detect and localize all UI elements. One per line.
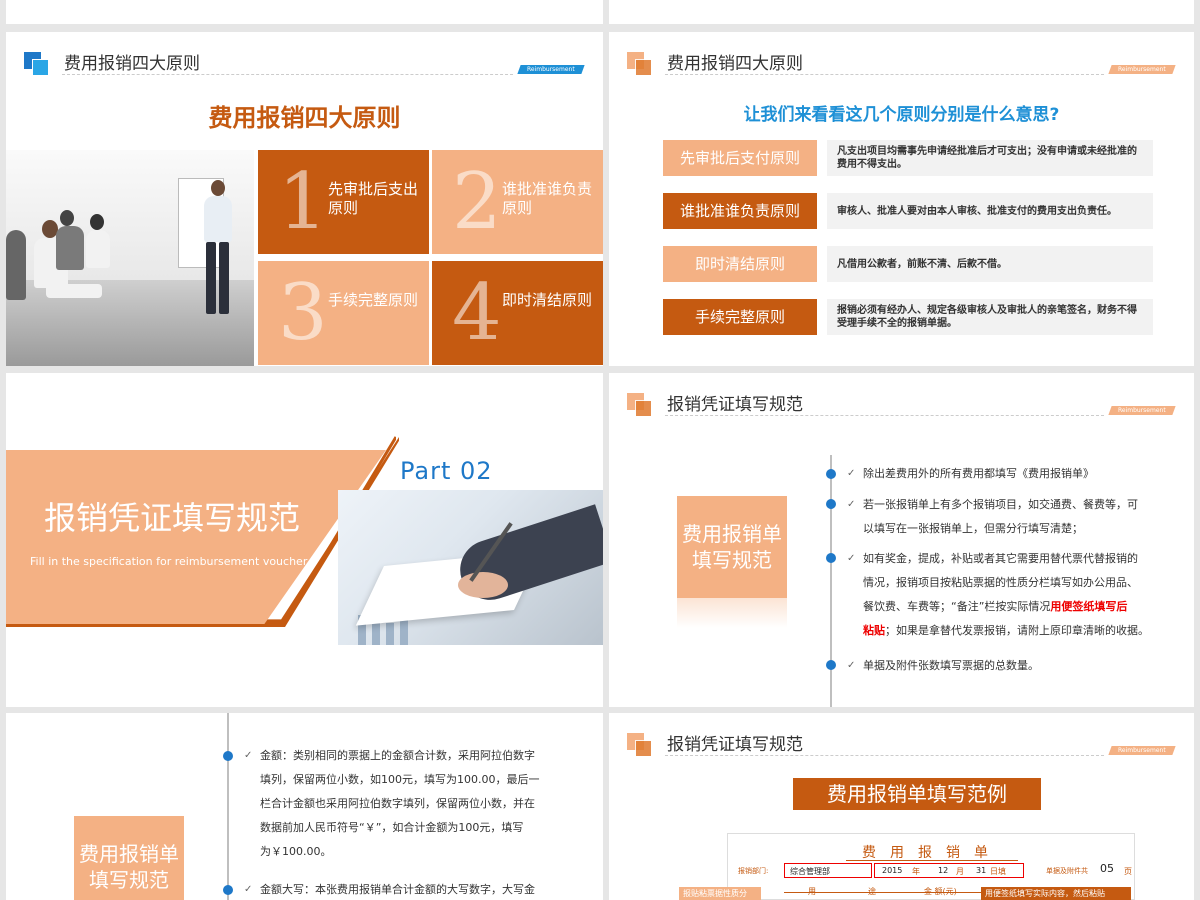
tile-number: 1 — [278, 157, 328, 247]
header-tag: Reimbursement — [1108, 746, 1176, 755]
form-title: 费用报销单 — [862, 845, 1002, 861]
timeline-dot — [826, 469, 836, 479]
check-icon: ✓ — [847, 660, 856, 671]
form-attach-count: 05 — [1100, 862, 1114, 875]
rule-description-3: 凡借用公款者，前账不清、后款不借。 — [827, 246, 1153, 282]
side-label-reflection — [677, 598, 787, 628]
tile-label: 谁批准谁负责原则 — [502, 180, 593, 217]
tile-number: 2 — [452, 157, 502, 247]
bullet-text: 如有奖金，提成，补贴或者其它需要用替代票代替报销的 情况，报销项目按粘贴票据的性… — [863, 552, 1149, 637]
logo-square-icon — [635, 400, 652, 417]
side-label-box: 费用报销单填写规范 — [677, 496, 787, 598]
tile-number: 3 — [278, 268, 328, 358]
slide-top-left-partial[interactable] — [6, 0, 603, 24]
tile-label: 先审批后支出原则 — [328, 180, 419, 217]
check-icon: ✓ — [847, 468, 856, 479]
slide-question: 让我们来看看这几个原则分别是什么意思? — [743, 105, 1060, 125]
header-divider — [665, 755, 1104, 756]
bullet-text: 单据及附件张数填写票据的总数量。 — [863, 659, 1039, 672]
logo-square-icon — [32, 59, 49, 76]
tile-label: 手续完整原则 — [328, 291, 419, 309]
side-label-box: 费用报销单填写规范 — [74, 816, 184, 900]
bullet-text: 金额：类别相同的票据上的金额合计数，采用阿拉伯数字 填列，保留两位小数，如100… — [260, 749, 540, 858]
header-divider — [665, 415, 1104, 416]
slide-header-title: 报销凭证填写规范 — [667, 395, 803, 415]
slide-header-title: 费用报销四大原则 — [667, 54, 803, 74]
timeline-dot — [826, 499, 836, 509]
writing-hand-photo — [338, 490, 603, 645]
form-dept-label: 报销部门: — [738, 867, 769, 875]
callout-right: 用便签纸填写实际内容，然后粘贴 — [981, 887, 1131, 900]
form-dept-value: 综合管理部 — [790, 867, 830, 876]
timeline-dot — [223, 885, 233, 895]
bullet-text: 若一张报销单上有多个报销项目，如交通费、餐费等，可 以填写在一张报销单上，但需分… — [863, 498, 1138, 535]
slide-four-principles[interactable]: 费用报销四大原则 Reimbursement 费用报销四大原则 1 先审批后支出… — [6, 32, 603, 366]
principle-tile-2[interactable]: 2 谁批准谁负责原则 — [432, 150, 603, 254]
rule-description-4: 报销必须有经办人、规定各级审核人及审批人的亲笔签名，财务不得受理手续不全的报销单… — [827, 299, 1153, 335]
rule-label-4[interactable]: 手续完整原则 — [663, 299, 817, 335]
logo-square-icon — [635, 740, 652, 757]
logo-square-icon — [635, 59, 652, 76]
rule-label-3[interactable]: 即时清结原则 — [663, 246, 817, 282]
check-icon: ✓ — [847, 499, 856, 510]
meeting-photo — [6, 150, 254, 366]
rule-description-2: 审核人、批准人要对由本人审核、批准支付的费用支出负责任。 — [827, 193, 1153, 229]
section-subtitle: Fill in the specification for reimbursem… — [30, 555, 308, 568]
header-tag: Reimbursement — [1108, 406, 1176, 415]
timeline-dot — [223, 751, 233, 761]
slide-section-part-02[interactable]: 报销凭证填写规范 Fill in the specification for r… — [6, 373, 603, 707]
check-icon: ✓ — [847, 553, 856, 564]
part-number: Part 02 — [400, 457, 493, 485]
slide-voucher-example[interactable]: 报销凭证填写规范 Reimbursement 费用报销单填写范例 费用报销单 报… — [609, 713, 1194, 900]
header-divider — [62, 74, 513, 75]
principle-tile-1[interactable]: 1 先审批后支出原则 — [258, 150, 429, 254]
section-title: 报销凭证填写规范 — [44, 499, 301, 537]
bullet-text: 金额大写：本张费用报销单合计金额的大写数字，大写金 — [260, 883, 535, 896]
check-icon: ✓ — [244, 884, 253, 895]
rule-label-2[interactable]: 谁批准谁负责原则 — [663, 193, 817, 229]
principle-tile-3[interactable]: 3 手续完整原则 — [258, 261, 429, 365]
principle-tile-4[interactable]: 4 即时清结原则 — [432, 261, 603, 365]
slide-title: 费用报销四大原则 — [208, 104, 401, 132]
timeline-line — [227, 713, 229, 900]
check-icon: ✓ — [244, 750, 253, 761]
slide-voucher-rules-2[interactable]: 费用报销单填写规范 ✓ 金额：类别相同的票据上的金额合计数，采用阿拉伯数字 填列… — [6, 713, 603, 900]
header-tag: Reimbursement — [1108, 65, 1176, 74]
slide-principles-explained[interactable]: 费用报销四大原则 Reimbursement 让我们来看看这几个原则分别是什么意… — [609, 32, 1194, 366]
timeline-dot — [826, 660, 836, 670]
callout-left: 报贴粘票据性质分 — [679, 887, 761, 900]
timeline-dot — [826, 553, 836, 563]
rule-description-1: 凡支出项目均需事先申请经批准后才可支出；没有申请或未经批准的费用不得支出。 — [827, 140, 1153, 176]
header-divider — [665, 74, 1104, 75]
slide-header-title: 报销凭证填写规范 — [667, 735, 803, 755]
slide-top-right-partial[interactable] — [609, 0, 1194, 24]
slide-voucher-rules-1[interactable]: 报销凭证填写规范 Reimbursement 费用报销单填写规范 ✓ 除出差费用… — [609, 373, 1194, 707]
slide-header-title: 费用报销四大原则 — [64, 54, 200, 74]
example-banner: 费用报销单填写范例 — [793, 778, 1041, 810]
rule-label-1[interactable]: 先审批后支付原则 — [663, 140, 817, 176]
bullet-text: 除出差费用外的所有费用都填写《费用报销单》 — [863, 467, 1094, 480]
tile-label: 即时清结原则 — [502, 291, 593, 309]
header-tag: Reimbursement — [517, 65, 585, 74]
tile-number: 4 — [452, 268, 502, 358]
